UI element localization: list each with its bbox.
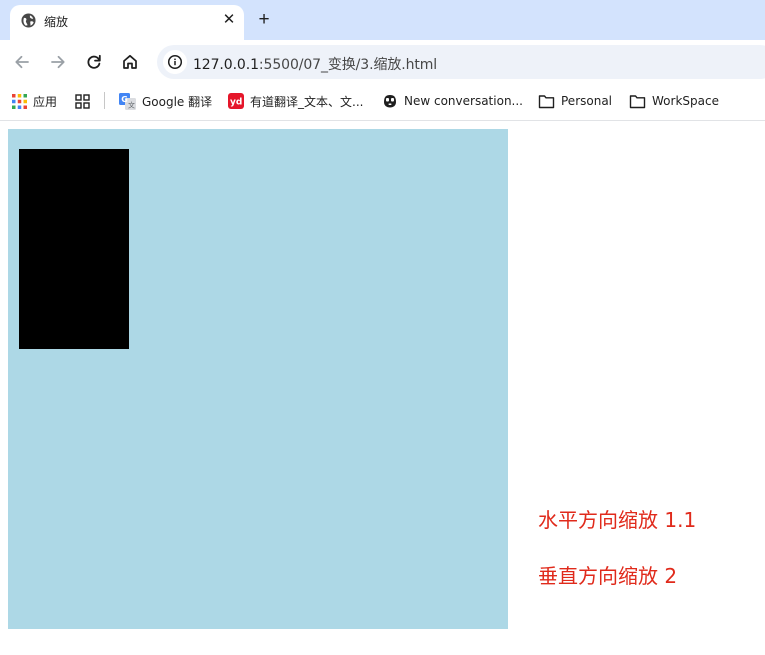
globe-icon <box>21 13 36 28</box>
bookmark-tab-groups[interactable] <box>75 85 96 117</box>
google-translate-icon: G 文 <box>119 92 136 110</box>
url-text: 127.0.0.1:5500/07_变换/3.缩放.html <box>193 54 437 74</box>
svg-text:文: 文 <box>128 100 135 109</box>
light-blue-container <box>8 129 508 629</box>
bookmark-label: Google 翻译 <box>142 94 213 109</box>
tab-groups-icon <box>75 93 90 109</box>
vertical-scale-caption: 垂直方向缩放 2 <box>538 564 678 588</box>
svg-text:G: G <box>121 95 128 104</box>
bookmark-label: New conversation... <box>404 94 523 108</box>
bookmark-folder-workspace[interactable]: WorkSpace <box>629 85 719 117</box>
tab-title: 缩放 <box>44 15 69 29</box>
reload-icon[interactable] <box>84 52 104 72</box>
url-host: 127.0.0.1 <box>193 57 259 73</box>
bookmark-label: 应用 <box>33 94 58 109</box>
bookmark-label: WorkSpace <box>652 94 719 108</box>
apps-grid-icon <box>12 93 27 109</box>
browser-toolbar: 127.0.0.1:5500/07_变换/3.缩放.html <box>0 40 765 85</box>
bookmark-label: Personal <box>561 94 613 108</box>
copilot-icon <box>384 95 396 108</box>
close-tab-icon[interactable]: ✕ <box>220 11 238 29</box>
address-bar[interactable]: 127.0.0.1:5500/07_变换/3.缩放.html <box>157 45 765 79</box>
bookmark-label: 有道翻译_文本、文... <box>250 94 364 109</box>
forward-icon[interactable] <box>48 52 68 72</box>
url-path: :5500/07_变换/3.缩放.html <box>258 57 438 73</box>
bookmarks-separator <box>104 92 105 109</box>
folder-icon <box>538 94 555 108</box>
youdao-icon: yd <box>228 93 244 109</box>
bookmark-folder-personal[interactable]: Personal <box>538 85 612 117</box>
back-icon[interactable] <box>12 52 32 72</box>
horizontal-scale-caption: 水平方向缩放 1.1 <box>538 508 697 532</box>
active-tab[interactable]: 缩放 ✕ <box>10 5 244 40</box>
bookmark-youdao[interactable]: yd 有道翻译_文本、文... <box>228 85 363 117</box>
folder-icon <box>629 94 646 108</box>
bookmarks-bar: 应用 G 文 Google 翻译 yd 有道翻译_文本、文... New con… <box>0 85 765 121</box>
tab-strip: 缩放 ✕ + <box>0 0 765 40</box>
home-icon[interactable] <box>120 52 140 72</box>
bookmark-google-translate[interactable]: G 文 Google 翻译 <box>119 85 212 117</box>
scaled-black-box <box>19 149 129 349</box>
bookmark-apps[interactable]: 应用 <box>12 85 57 117</box>
new-tab-button[interactable]: + <box>254 10 274 30</box>
bookmark-new-conversation[interactable]: New conversation... <box>382 85 523 117</box>
info-icon[interactable] <box>163 50 187 74</box>
svg-text:yd: yd <box>230 98 242 108</box>
page-viewport: 水平方向缩放 1.1 垂直方向缩放 2 <box>0 121 765 655</box>
